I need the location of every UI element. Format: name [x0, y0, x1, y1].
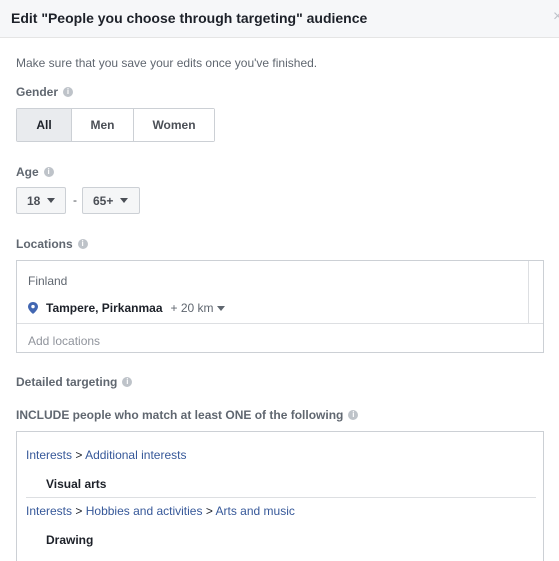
add-locations-input[interactable]: Add locations [28, 334, 100, 348]
location-country: Finland [28, 274, 68, 288]
targeting-box: Interests > Additional interests Visual … [16, 431, 544, 561]
locations-label: Locations [16, 237, 73, 251]
age-min-value: 18 [27, 193, 41, 208]
age-separator: - [73, 193, 77, 207]
close-icon[interactable]: × [553, 8, 559, 26]
gender-section-label: Gender i [16, 85, 74, 99]
location-name: Tampere, Pirkanmaa [46, 301, 163, 315]
info-icon[interactable]: i [348, 410, 359, 420]
include-label: INCLUDE people who match at least ONE of… [16, 408, 344, 422]
targeting-path: Interests > Hobbies and activities > Art… [26, 504, 295, 518]
breadcrumb-separator: > [75, 504, 83, 518]
interest-item[interactable]: Drawing [46, 533, 93, 547]
dialog-header: Edit "People you choose through targetin… [0, 0, 559, 38]
gender-women-button[interactable]: Women [134, 109, 214, 141]
locations-divider [17, 323, 543, 324]
targeting-path: Interests > Additional interests [26, 448, 186, 462]
include-section-label: INCLUDE people who match at least ONE of… [16, 408, 359, 422]
age-label: Age [16, 165, 39, 179]
info-icon[interactable]: i [122, 377, 133, 387]
breadcrumb-link[interactable]: Interests [26, 448, 72, 462]
age-max-select[interactable]: 65+ [82, 187, 140, 214]
location-pin-icon [28, 302, 38, 314]
gender-label: Gender [16, 85, 59, 99]
age-min-select[interactable]: 18 [16, 187, 66, 214]
gender-all-button[interactable]: All [17, 109, 72, 141]
breadcrumb-separator: > [205, 504, 213, 518]
save-note: Make sure that you save your edits once … [16, 56, 318, 70]
info-icon[interactable]: i [63, 87, 74, 97]
caret-down-icon [47, 198, 56, 203]
info-icon[interactable]: i [43, 167, 54, 177]
gender-selector: All Men Women [16, 108, 215, 142]
info-icon[interactable]: i [77, 239, 88, 249]
gender-men-button[interactable]: Men [72, 109, 134, 141]
interest-item[interactable]: Visual arts [46, 477, 106, 491]
caret-down-icon [120, 198, 129, 203]
age-max-value: 65+ [93, 193, 114, 208]
breadcrumb-link[interactable]: Hobbies and activities [86, 504, 203, 518]
detailed-targeting-label: Detailed targeting [16, 375, 118, 389]
detailed-targeting-section-label: Detailed targeting i [16, 375, 133, 389]
targeting-divider [26, 497, 536, 498]
locations-box: Finland Tampere, Pirkanmaa + 20 km Add l… [16, 260, 544, 353]
caret-down-icon [216, 305, 225, 311]
locations-section-label: Locations i [16, 237, 88, 251]
location-radius-select[interactable]: + 20 km [171, 301, 225, 315]
breadcrumb-link[interactable]: Interests [26, 504, 72, 518]
breadcrumb-link[interactable]: Arts and music [216, 504, 295, 518]
dialog-title: Edit "People you choose through targetin… [11, 10, 368, 26]
location-item[interactable]: Tampere, Pirkanmaa + 20 km [28, 301, 225, 315]
age-section-label: Age i [16, 165, 54, 179]
location-radius-value: + 20 km [170, 301, 214, 315]
locations-scrollbar[interactable] [528, 261, 543, 323]
breadcrumb-link[interactable]: Additional interests [85, 448, 186, 462]
breadcrumb-separator: > [75, 448, 83, 462]
